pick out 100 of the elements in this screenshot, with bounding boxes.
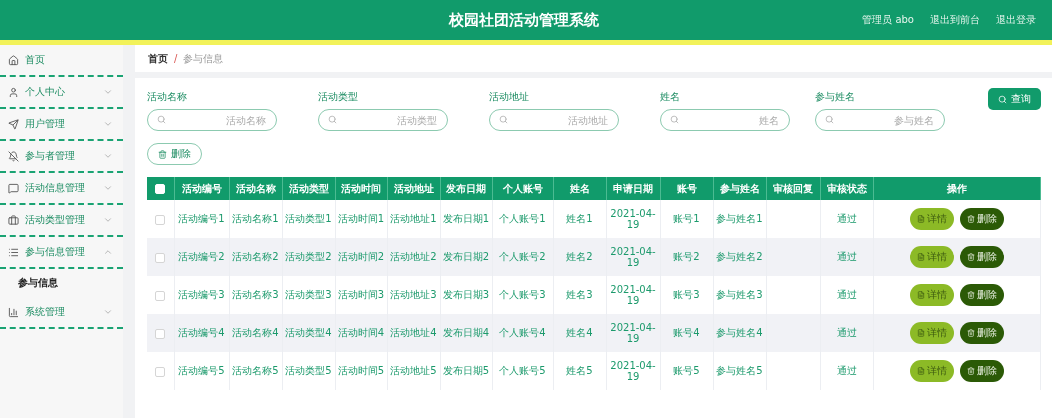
table-cell: 活动编号2 bbox=[178, 251, 225, 262]
table-cell: 参与姓名4 bbox=[716, 327, 763, 338]
table-cell: 2021-04-19 bbox=[610, 246, 656, 268]
column-header: 申请日期 bbox=[606, 177, 660, 200]
search-field[interactable]: 姓名 bbox=[660, 109, 790, 131]
chevron-down-icon bbox=[103, 215, 113, 225]
search-field[interactable]: 活动类型 bbox=[318, 109, 448, 131]
sidebar-item[interactable]: 参与者管理 bbox=[0, 141, 123, 173]
column-header: 发布日期 bbox=[440, 177, 492, 200]
details-button[interactable]: 详情 bbox=[909, 208, 954, 230]
table-cell: 个人账号5 bbox=[499, 365, 546, 376]
table-cell: 发布日期2 bbox=[442, 251, 490, 262]
breadcrumb-item[interactable]: 首页 bbox=[148, 51, 168, 66]
table-cell: 活动名称4 bbox=[232, 327, 279, 338]
checkbox[interactable] bbox=[155, 252, 166, 263]
table-cell: 活动名称5 bbox=[232, 365, 279, 376]
details-button[interactable]: 详情 bbox=[909, 322, 954, 344]
search-icon bbox=[825, 115, 834, 124]
chevron-down-icon bbox=[103, 87, 113, 97]
sidebar-item[interactable]: 参与信息管理 bbox=[0, 237, 123, 269]
delete-button[interactable]: 删除 bbox=[959, 208, 1004, 230]
table-cell: 个人账号1 bbox=[499, 213, 546, 224]
table-cell: 活动类型2 bbox=[285, 251, 332, 262]
table-cell: 活动地址5 bbox=[390, 365, 437, 376]
column-header: 个人账号 bbox=[492, 177, 553, 200]
query-button[interactable]: 查询 bbox=[987, 88, 1041, 110]
delete-button[interactable]: 删除 bbox=[959, 284, 1004, 306]
table-cell: 活动编号3 bbox=[178, 289, 225, 300]
field-label: 姓名 bbox=[660, 90, 681, 104]
checkbox[interactable] bbox=[155, 366, 166, 377]
header-link[interactable]: 退出到前台 bbox=[930, 13, 980, 27]
chevron-down-icon bbox=[103, 183, 113, 193]
table-cell: 活动名称3 bbox=[232, 289, 279, 300]
table-cell: 2021-04-19 bbox=[610, 322, 656, 344]
document-icon bbox=[916, 329, 925, 337]
document-icon bbox=[916, 253, 925, 261]
header-link[interactable]: 退出登录 bbox=[996, 13, 1036, 27]
table-cell: 活动类型5 bbox=[285, 365, 332, 376]
table-cell: 姓名2 bbox=[566, 251, 593, 262]
breadcrumb-item: 参与信息 bbox=[183, 51, 224, 66]
table-cell: 发布日期1 bbox=[442, 213, 490, 224]
header-link[interactable]: 管理员 abo bbox=[862, 13, 914, 27]
sidebar-item[interactable]: 个人中心 bbox=[0, 77, 123, 109]
delete-button[interactable]: 删除 bbox=[959, 322, 1004, 344]
table-cell: 账号2 bbox=[673, 251, 700, 262]
table-cell: 个人账号2 bbox=[499, 251, 546, 262]
table-cell: 通过 bbox=[836, 327, 857, 338]
table-cell: 活动名称1 bbox=[232, 213, 279, 224]
column-header: 活动类型 bbox=[282, 177, 335, 200]
details-button[interactable]: 详情 bbox=[909, 246, 954, 268]
document-icon bbox=[916, 215, 925, 223]
delete-button[interactable]: 删除 bbox=[959, 360, 1004, 382]
app-title: 校园社团活动管理系统 bbox=[447, 10, 601, 30]
table-cell: 活动地址1 bbox=[390, 213, 437, 224]
trash-icon bbox=[966, 291, 975, 299]
column-header: 活动地址 bbox=[387, 177, 440, 200]
search-field[interactable]: 参与姓名 bbox=[815, 109, 945, 131]
trash-icon bbox=[966, 253, 975, 261]
table-cell: 通过 bbox=[836, 365, 857, 376]
table-cell: 姓名3 bbox=[566, 289, 593, 300]
breadcrumb-separator: / bbox=[174, 53, 178, 64]
trash-icon bbox=[966, 367, 975, 375]
message-icon bbox=[8, 182, 19, 194]
details-button[interactable]: 详情 bbox=[909, 360, 954, 382]
search-field[interactable]: 活动地址 bbox=[489, 109, 619, 131]
delete-button[interactable]: 删除 bbox=[147, 143, 202, 165]
table-cell: 活动地址4 bbox=[390, 327, 437, 338]
bar-chart-icon bbox=[8, 306, 19, 318]
table-cell: 参与姓名3 bbox=[716, 289, 763, 300]
search-field[interactable]: 活动名称 bbox=[147, 109, 277, 131]
sidebar-item[interactable]: 用户管理 bbox=[0, 109, 123, 141]
table-cell: 活动编号4 bbox=[178, 327, 225, 338]
document-icon bbox=[916, 367, 925, 375]
table-cell: 通过 bbox=[836, 289, 857, 300]
table-cell: 2021-04-19 bbox=[610, 360, 656, 382]
table-cell: 活动时间4 bbox=[337, 327, 385, 338]
table-cell: 活动地址3 bbox=[390, 289, 437, 300]
checkbox[interactable] bbox=[155, 328, 166, 339]
chevron-down-icon bbox=[103, 151, 113, 161]
table-cell: 账号4 bbox=[673, 327, 700, 338]
chevron-up-icon bbox=[103, 247, 113, 257]
column-header: 审核状态 bbox=[820, 177, 873, 200]
sidebar-item[interactable]: 活动信息管理 bbox=[0, 173, 123, 205]
column-header: 活动时间 bbox=[335, 177, 387, 200]
checkbox[interactable] bbox=[155, 214, 166, 225]
field-label: 活动类型 bbox=[318, 90, 359, 104]
briefcase-icon bbox=[8, 214, 19, 226]
search-icon bbox=[157, 115, 166, 124]
table-cell: 2021-04-19 bbox=[610, 208, 656, 230]
sidebar-item[interactable]: 首页 bbox=[0, 45, 123, 77]
checkbox[interactable] bbox=[155, 290, 166, 301]
sidebar-item[interactable]: 活动类型管理 bbox=[0, 205, 123, 237]
sidebar-subitem[interactable]: 参与信息 bbox=[18, 276, 58, 290]
details-button[interactable]: 详情 bbox=[909, 284, 954, 306]
table-cell: 活动编号1 bbox=[178, 213, 225, 224]
sidebar-item[interactable]: 系统管理 bbox=[0, 297, 123, 329]
user-icon bbox=[8, 86, 19, 98]
delete-button[interactable]: 删除 bbox=[959, 246, 1004, 268]
paper-plane-icon bbox=[8, 118, 19, 130]
column-header: 活动编号 bbox=[174, 177, 229, 200]
